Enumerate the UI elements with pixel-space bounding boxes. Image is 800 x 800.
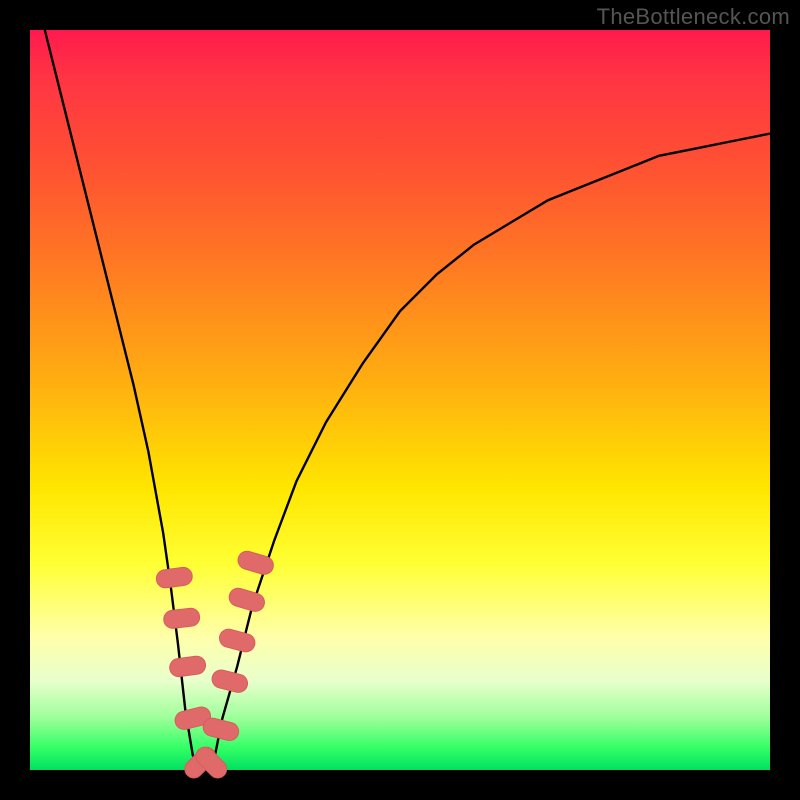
chart-frame: TheBottleneck.com xyxy=(0,0,800,800)
curve-marker xyxy=(169,655,207,678)
curve-markers xyxy=(155,549,275,782)
plot-area xyxy=(30,30,770,770)
curve-marker xyxy=(210,668,249,694)
bottleneck-curve xyxy=(45,30,770,770)
curve-layer xyxy=(30,30,770,770)
curve-marker xyxy=(201,716,240,742)
curve-marker xyxy=(155,566,193,589)
watermark-text: TheBottleneck.com xyxy=(597,4,790,30)
curve-marker xyxy=(227,586,267,613)
curve-marker xyxy=(163,607,201,629)
curve-marker xyxy=(217,627,256,654)
